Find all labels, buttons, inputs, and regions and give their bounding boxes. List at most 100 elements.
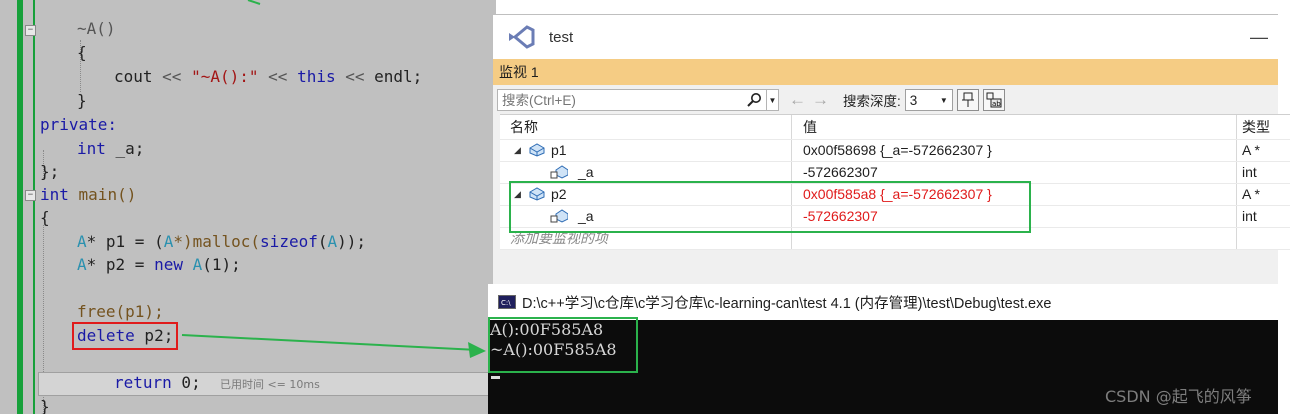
code-token: _a; <box>105 139 145 158</box>
code-token: (1); <box>202 255 241 274</box>
code-editor[interactable]: − − ~A() { cout << "~A():" << this << en… <box>0 0 496 414</box>
collapse-triangle-icon[interactable]: ◢ <box>514 140 521 161</box>
console-path-title: D:\c++学习\c仓库\c学习仓库\c-learning-can\test 4… <box>522 295 1052 312</box>
code-line-free: free(p1); <box>77 301 164 323</box>
code-token: )); <box>337 232 367 251</box>
column-header-type[interactable]: 类型 <box>1242 115 1293 139</box>
code-line: } <box>40 396 50 414</box>
annotation-green-box-console <box>488 317 638 373</box>
search-input[interactable] <box>498 90 746 110</box>
column-header-name[interactable]: 名称 <box>500 115 792 139</box>
code-token: A <box>77 255 87 274</box>
var-type: A * <box>1242 186 1260 202</box>
console-cursor <box>491 376 500 379</box>
chevron-down-icon: ▼ <box>939 95 948 105</box>
code-token: free(p1); <box>77 302 164 321</box>
code-token: ~A() <box>77 19 116 38</box>
tab-watch-1[interactable]: 监视 1 <box>493 59 1278 85</box>
code-token: this <box>297 67 336 86</box>
name-cell: _a <box>500 162 792 183</box>
var-type: int <box>1242 164 1257 180</box>
code-token: endl; <box>374 67 423 86</box>
code-line-return: return 0; 已用时间 <= 10ms <box>114 372 320 396</box>
grid-header: 名称 值 类型 <box>500 115 1290 140</box>
search-forward-icon[interactable]: → <box>812 90 829 110</box>
code-line-p1: A* p1 = (A*)malloc(sizeof(A)); <box>77 231 366 253</box>
code-line: { <box>77 42 87 64</box>
var-name: _a <box>578 164 594 180</box>
code-token: "~A():" <box>191 67 259 86</box>
var-type: A * <box>1242 142 1260 158</box>
perf-tip[interactable]: 已用时间 <= 10ms <box>220 378 320 391</box>
format-view-button[interactable]: ab <box>982 89 1005 111</box>
code-token: * p1 = ( <box>86 232 164 251</box>
fold-toggle-main[interactable]: − <box>25 190 36 201</box>
code-line-destructor: ~A() <box>77 18 116 40</box>
name-cell: ◢ p1 <box>500 140 792 161</box>
code-token: *)malloc( <box>173 232 261 251</box>
code-token: { <box>77 43 87 62</box>
code-line-p2: A* p2 = new A(1); <box>77 254 241 276</box>
code-token: A <box>77 232 87 251</box>
annotation-red-box <box>72 322 178 350</box>
code-line-private: private: <box>40 114 117 136</box>
code-token: int <box>77 139 106 158</box>
svg-text:ab: ab <box>992 100 1001 108</box>
svg-text:C:\: C:\ <box>501 299 511 307</box>
code-token: } <box>40 397 50 414</box>
change-tracking-bar <box>17 0 23 414</box>
watch-row-p1[interactable]: ◢ p1 0x00f58698 {_a=-572662307 } A * <box>500 140 1290 162</box>
window-title: test <box>549 28 574 46</box>
code-token: main() <box>68 185 137 204</box>
search-depth-select[interactable]: 3 ▼ <box>904 89 953 111</box>
search-icon[interactable] <box>746 92 762 108</box>
search-options-dropdown[interactable]: ▼ <box>767 89 779 111</box>
private-field-icon <box>550 165 568 179</box>
code-token: * p2 = <box>86 255 155 274</box>
code-line-member: int _a; <box>77 138 144 160</box>
visual-studio-icon <box>509 25 535 49</box>
fold-toggle-destructor[interactable]: − <box>25 25 36 36</box>
code-token: 0; <box>171 373 201 392</box>
format-icon: ab <box>986 92 1002 108</box>
change-tracking-bar-2 <box>33 0 35 414</box>
search-box[interactable] <box>497 89 767 111</box>
code-token: sizeof <box>260 232 318 251</box>
code-line-main: int main() <box>40 184 136 206</box>
search-depth-value: 3 <box>909 92 918 108</box>
var-value[interactable]: -572662307 <box>799 162 1237 183</box>
code-token: private: <box>40 115 118 134</box>
code-token: return <box>114 373 172 392</box>
code-token: A <box>182 255 203 274</box>
code-token: << <box>345 67 365 86</box>
pin-icon-button[interactable] <box>956 89 979 111</box>
code-token: << <box>162 67 182 86</box>
code-line: { <box>40 207 50 229</box>
code-token: }; <box>40 162 60 181</box>
console-title-bar[interactable]: C:\ D:\c++学习\c仓库\c学习仓库\c-learning-can\te… <box>488 284 1278 320</box>
code-token: new <box>154 255 183 274</box>
code-token: << <box>268 67 288 86</box>
code-token: int <box>40 185 69 204</box>
annotation-green-box-watch <box>509 181 1031 233</box>
code-token: A <box>327 232 338 251</box>
column-header-value[interactable]: 值 <box>799 115 1237 139</box>
pin-icon <box>961 92 974 107</box>
minimize-button[interactable]: — <box>1250 27 1268 48</box>
var-name: p1 <box>551 142 567 158</box>
code-token: A <box>163 232 174 251</box>
code-line: }; <box>40 161 59 183</box>
code-token: } <box>77 91 87 110</box>
watch-toolbar: ▼ ← → 搜索深度: 3 ▼ ab <box>493 85 1278 115</box>
watermark: CSDN @起飞的风筝 <box>1105 387 1252 406</box>
code-token: cout <box>114 67 153 86</box>
watch-title-bar[interactable]: test — <box>493 15 1278 59</box>
console-app-icon: C:\ <box>498 295 516 309</box>
search-back-icon[interactable]: ← <box>789 90 806 110</box>
object-icon <box>529 143 545 157</box>
search-depth-label: 搜索深度: <box>843 94 901 109</box>
code-token: { <box>40 208 50 227</box>
code-line-cout: cout << "~A():" << this << endl; <box>114 66 422 88</box>
code-line: } <box>77 90 87 112</box>
var-value[interactable]: 0x00f58698 {_a=-572662307 } <box>799 140 1237 161</box>
